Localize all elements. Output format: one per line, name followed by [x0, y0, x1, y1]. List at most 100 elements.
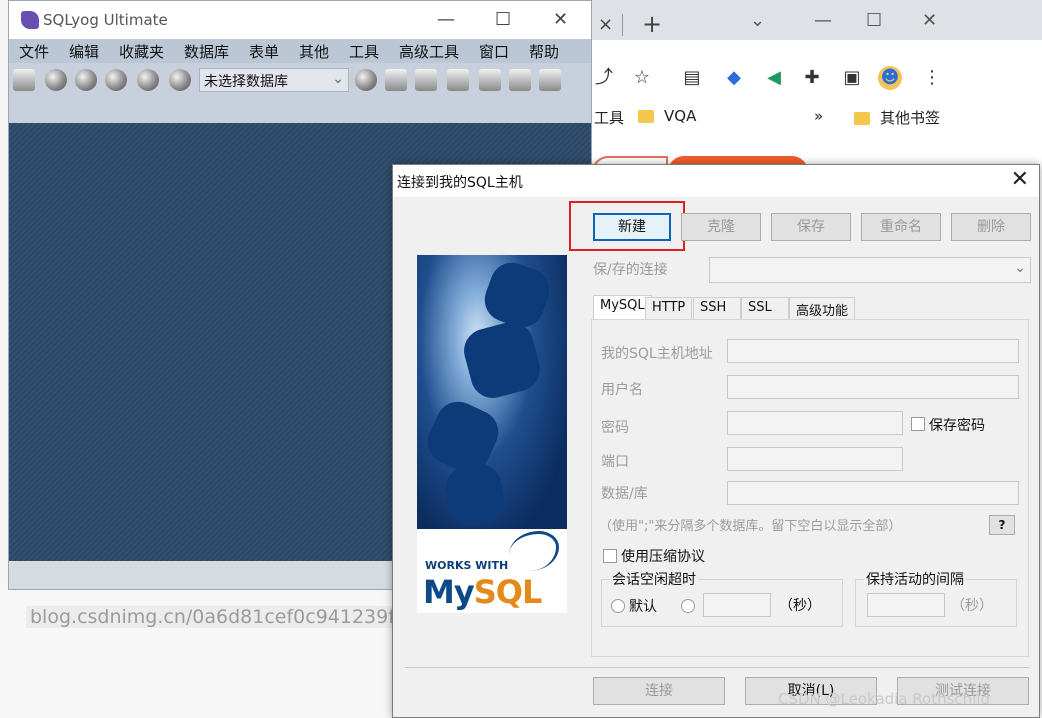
document-icon[interactable]: ▤	[680, 66, 704, 90]
sidebar-icon[interactable]: ▣	[840, 66, 864, 90]
folder-icon	[854, 112, 870, 125]
dialog-title: 连接到我的SQL主机	[397, 175, 523, 191]
toolbar: 未选择数据库 ⌄	[9, 63, 591, 95]
execute-query-icon[interactable]	[75, 69, 97, 91]
delete-button[interactable]: 删除	[951, 213, 1031, 241]
menu-other[interactable]: 其他	[299, 41, 329, 62]
browser-maximize-button[interactable]: ☐	[866, 10, 882, 31]
timeout-seconds-field[interactable]	[703, 593, 771, 617]
puzzle-image	[417, 255, 567, 529]
chevron-down-icon: ⌄	[1014, 260, 1026, 276]
execute-all-icon[interactable]	[105, 69, 127, 91]
user-field[interactable]	[727, 375, 1019, 399]
tab-ssh[interactable]: SSH	[693, 297, 741, 319]
sqlyog-titlebar: SQLyog Ultimate — ☐ ✕	[9, 1, 591, 39]
bookmark-vqa[interactable]: VQA	[638, 107, 696, 125]
menu-bar: 文件 编辑 收藏夹 数据库 表单 其他 工具 高级工具 窗口 帮助	[9, 39, 591, 63]
dialog-titlebar: 连接到我的SQL主机 ✕	[393, 165, 1039, 197]
restore-icon[interactable]	[415, 69, 437, 91]
disconnect-icon[interactable]	[45, 69, 67, 91]
connect-button[interactable]: 连接	[593, 677, 725, 705]
browser-minimize-button[interactable]: —	[814, 10, 832, 31]
tab-divider	[622, 14, 623, 36]
timeout-custom-radio[interactable]	[681, 599, 695, 613]
refresh-icon[interactable]	[137, 69, 159, 91]
new-tab-button[interactable]: +	[642, 10, 662, 38]
keepalive-title: 保持活动的间隔	[864, 569, 966, 589]
users-icon[interactable]	[169, 69, 191, 91]
clone-button[interactable]: 克隆	[681, 213, 761, 241]
backup-icon[interactable]	[385, 69, 407, 91]
timeout-default-radio[interactable]	[611, 599, 625, 613]
close-button[interactable]: ✕	[553, 9, 568, 30]
bookmark-other[interactable]: 其他书签	[854, 107, 940, 128]
database-select[interactable]: 未选择数据库 ⌄	[199, 68, 349, 92]
menu-file[interactable]: 文件	[19, 41, 49, 62]
new-connection-icon[interactable]	[13, 69, 35, 91]
sqlyog-logo-icon	[21, 11, 39, 29]
sqlyog-title: SQLyog Ultimate	[43, 11, 168, 29]
compress-label: 使用压缩协议	[621, 549, 705, 565]
tab-close-icon[interactable]: ×	[598, 14, 613, 35]
schema-icon[interactable]	[509, 69, 531, 91]
browser-menu-icon[interactable]: ⋮	[920, 66, 944, 90]
avatar[interactable]: ☻	[878, 66, 902, 90]
password-field[interactable]	[727, 411, 903, 435]
puzzle-piece	[459, 317, 545, 403]
port-field[interactable]	[727, 447, 903, 471]
browser-close-button[interactable]: ✕	[922, 10, 937, 31]
extensions-puzzle-icon[interactable]: ✚	[800, 66, 824, 90]
share-icon[interactable]: ⤴	[592, 66, 616, 90]
password-label: 密码	[601, 420, 629, 436]
saved-connections-select[interactable]: ⌄	[709, 257, 1031, 283]
database-select-value: 未选择数据库	[204, 74, 288, 90]
menu-advanced-tools[interactable]: 高级工具	[399, 41, 459, 62]
host-label: 我的SQL主机地址	[601, 346, 713, 362]
menu-tools[interactable]: 工具	[349, 41, 379, 62]
keepalive-unit-label: （秒）	[951, 598, 993, 614]
saved-connections-label: 保/存的连接	[593, 262, 668, 278]
watermark: CSDN @Leokadia Rothschild	[778, 690, 991, 708]
sync-icon[interactable]	[539, 69, 561, 91]
database-field[interactable]	[727, 481, 1019, 505]
mysql-logo-sql: SQL	[473, 573, 543, 611]
menu-table[interactable]: 表单	[249, 41, 279, 62]
tab-http[interactable]: HTTP	[645, 297, 693, 319]
menu-favorites[interactable]: 收藏夹	[119, 41, 164, 62]
extension-blue-icon[interactable]: ◆	[722, 66, 746, 90]
database-label: 数据/库	[601, 486, 648, 502]
minimize-button[interactable]: —	[437, 9, 455, 30]
menu-database[interactable]: 数据库	[184, 41, 229, 62]
timeout-default-label: 默认	[629, 599, 657, 615]
save-password-checkbox[interactable]	[911, 417, 925, 431]
extension-green-icon[interactable]: ◀	[762, 66, 786, 90]
user-manager-icon[interactable]	[355, 69, 377, 91]
menu-help[interactable]: 帮助	[529, 41, 559, 62]
menu-edit[interactable]: 编辑	[69, 41, 99, 62]
help-button[interactable]: ?	[989, 515, 1015, 535]
mysql-logo: MySQL	[423, 573, 543, 611]
keepalive-field[interactable]	[867, 593, 945, 617]
folder-icon	[638, 110, 654, 123]
tab-ssl[interactable]: SSL	[741, 297, 789, 319]
bookmark-tools[interactable]: 工具	[594, 107, 624, 128]
tab-advanced[interactable]: 高级功能	[789, 297, 856, 319]
save-button[interactable]: 保存	[771, 213, 851, 241]
tab-search-icon[interactable]: ⌄	[750, 10, 765, 31]
host-field[interactable]	[727, 339, 1019, 363]
works-with-text: WORKS WITH	[425, 559, 509, 572]
compress-checkbox[interactable]	[603, 549, 617, 563]
maximize-button[interactable]: ☐	[495, 9, 511, 30]
dialog-close-button[interactable]: ✕	[1011, 167, 1029, 192]
rename-button[interactable]: 重命名	[861, 213, 941, 241]
new-button[interactable]: 新建	[593, 213, 671, 241]
bookmark-star-icon[interactable]: ☆	[630, 66, 654, 90]
database-hint: （使用";"来分隔多个数据库。留下空白以显示全部）	[599, 519, 902, 534]
bookmarks-overflow[interactable]: »	[814, 107, 823, 125]
import-icon[interactable]	[447, 69, 469, 91]
save-password-label: 保存密码	[929, 418, 985, 434]
table-data-icon[interactable]	[479, 69, 501, 91]
menu-window[interactable]: 窗口	[479, 41, 509, 62]
dolphin-icon	[509, 531, 559, 571]
tab-mysql[interactable]: MySQL	[593, 295, 652, 319]
